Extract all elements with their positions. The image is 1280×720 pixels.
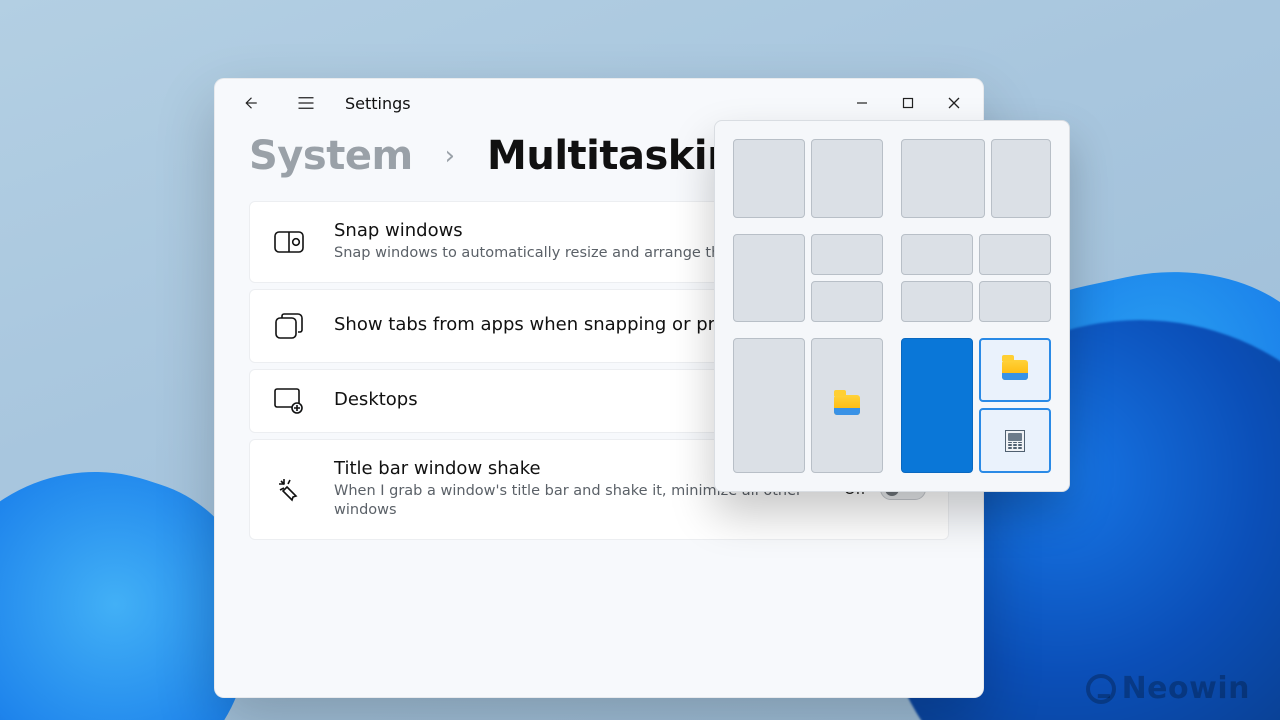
- snap-layout-option[interactable]: [733, 139, 883, 218]
- minimize-button[interactable]: [839, 83, 885, 123]
- back-button[interactable]: [233, 86, 267, 120]
- snap-region[interactable]: [991, 139, 1051, 218]
- snap-region[interactable]: [901, 281, 973, 322]
- shake-icon: [272, 475, 306, 503]
- tabs-icon: [272, 313, 306, 339]
- chevron-right-icon: ›: [445, 141, 455, 171]
- breadcrumb-parent[interactable]: System: [249, 133, 413, 179]
- snap-region[interactable]: [733, 338, 805, 473]
- maximize-button[interactable]: [885, 83, 931, 123]
- snap-region[interactable]: [979, 281, 1051, 322]
- watermark: Neowin: [1086, 671, 1250, 706]
- snap-region[interactable]: [811, 234, 883, 275]
- snap-layout-option[interactable]: [733, 234, 883, 321]
- menu-icon[interactable]: [289, 86, 323, 120]
- snap-icon: [272, 231, 306, 253]
- snap-layout-option[interactable]: [901, 139, 1051, 218]
- snap-region[interactable]: [901, 139, 985, 218]
- calculator-icon: [1005, 430, 1025, 452]
- folder-icon: [1002, 360, 1028, 380]
- watermark-text: Neowin: [1122, 671, 1250, 706]
- snap-region[interactable]: [733, 234, 805, 321]
- snap-region-selected[interactable]: [901, 338, 973, 473]
- snap-region[interactable]: [979, 234, 1051, 275]
- snap-region[interactable]: [811, 281, 883, 322]
- snap-layout-option[interactable]: [733, 338, 883, 473]
- window-title: Settings: [345, 94, 411, 113]
- snap-region[interactable]: [733, 139, 805, 218]
- snap-region[interactable]: [811, 139, 883, 218]
- snap-region[interactable]: [811, 338, 883, 473]
- snap-layout-option[interactable]: [901, 338, 1051, 473]
- snap-layouts-flyout: [714, 120, 1070, 492]
- snap-region[interactable]: [979, 408, 1051, 473]
- snap-region[interactable]: [901, 234, 973, 275]
- desktop-wallpaper: Settings System › Multitasking: [0, 0, 1280, 720]
- folder-icon: [834, 395, 860, 415]
- close-button[interactable]: [931, 83, 977, 123]
- watermark-icon: [1079, 667, 1121, 709]
- window-controls: [839, 83, 977, 123]
- snap-layout-option[interactable]: [901, 234, 1051, 321]
- snap-region[interactable]: [979, 338, 1051, 403]
- desktops-icon: [272, 388, 306, 414]
